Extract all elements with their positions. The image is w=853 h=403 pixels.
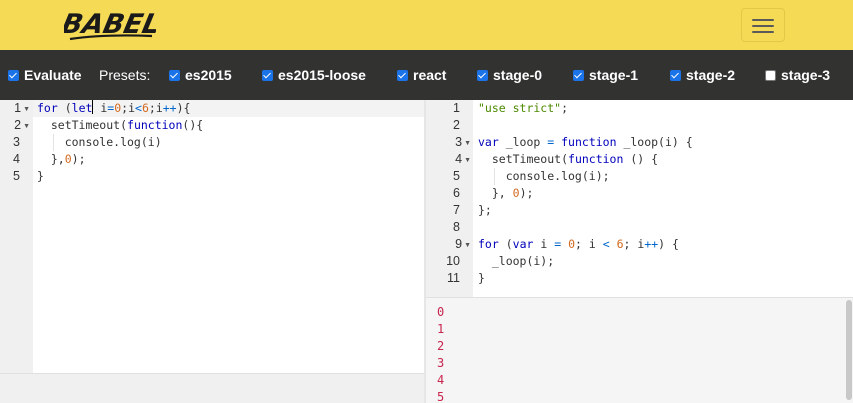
preset-stage-1-checkbox[interactable] [573, 69, 584, 81]
evaluate-checkbox[interactable] [8, 69, 19, 81]
console-line: 5 [437, 390, 445, 403]
presets-label: Presets: [99, 67, 151, 83]
code-line[interactable]: },0); [37, 151, 86, 168]
options-toolbar: Evaluate Presets: es2015 es2015-loose re… [0, 50, 853, 100]
preset-es2015-loose[interactable]: es2015-loose [262, 50, 366, 100]
fold-arrow-icon[interactable]: ▼ [23, 106, 30, 113]
hamburger-icon [752, 19, 774, 21]
line-number: 6 [453, 186, 460, 200]
preset-stage-3[interactable]: stage-3 [765, 50, 830, 100]
hamburger-icon [752, 25, 774, 27]
preset-stage-2-checkbox[interactable] [670, 69, 681, 81]
preset-stage-0-checkbox[interactable] [477, 69, 488, 81]
console-line: 3 [437, 356, 445, 370]
code-line[interactable]: }; [478, 202, 492, 219]
console-line: 0 [437, 305, 445, 319]
console-line: 4 [437, 373, 445, 387]
line-number: 8 [453, 220, 460, 234]
line-number: 4 [13, 152, 20, 166]
preset-label: react [413, 67, 447, 83]
code-line[interactable]: for (let i=0;i<6;i++){ [37, 100, 190, 117]
line-number: 4 ▼ [455, 152, 471, 166]
input-editor[interactable]: 1 ▼ 2 ▼ 3 4 5 for (let i=0;i<6;i++){ setTi… [0, 100, 424, 403]
preset-stage-1[interactable]: stage-1 [573, 50, 638, 100]
preset-react[interactable]: react [397, 50, 446, 100]
line-number: 5 [13, 169, 20, 183]
line-number: 2 ▼ [14, 118, 30, 132]
line-number: 3 [13, 135, 20, 149]
code-line[interactable]: } [37, 168, 44, 185]
preset-es2015-loose-checkbox[interactable] [262, 69, 273, 81]
preset-stage-0[interactable]: stage-0 [477, 50, 542, 100]
code-line[interactable]: setTimeout(function () { [478, 151, 658, 168]
preset-es2015[interactable]: es2015 [169, 50, 232, 100]
fold-arrow-icon[interactable]: ▼ [464, 140, 471, 147]
text-cursor [92, 100, 94, 114]
hamburger-icon [752, 31, 774, 33]
code-line[interactable]: console.log(i) [37, 134, 162, 151]
fold-arrow-icon[interactable]: ▼ [464, 157, 471, 164]
line-number: 5 [453, 169, 460, 183]
code-line[interactable]: } [478, 270, 485, 287]
fold-arrow-icon[interactable]: ▼ [23, 123, 30, 130]
fold-arrow-icon[interactable]: ▼ [464, 242, 471, 249]
preset-label: stage-0 [493, 67, 543, 83]
code-line[interactable]: for (var i = 0; i < 6; i++) { [478, 236, 679, 253]
preset-react-checkbox[interactable] [397, 69, 408, 81]
line-number: 11 [447, 271, 460, 285]
preset-stage-3-checkbox[interactable] [765, 69, 776, 81]
indent-guide [494, 168, 495, 185]
line-number: 1 ▼ [14, 101, 30, 115]
header-bar: BABEL [0, 0, 853, 50]
console-line: 1 [437, 322, 445, 336]
line-number: 2 [453, 118, 460, 132]
menu-toggle-button[interactable] [741, 8, 785, 42]
preset-label: stage-2 [686, 67, 736, 83]
line-number: 9 ▼ [455, 237, 471, 251]
line-number: 3 ▼ [455, 135, 471, 149]
preset-label: es2015 [185, 67, 232, 83]
preset-label: es2015-loose [278, 67, 366, 83]
evaluate-label: Evaluate [24, 67, 82, 83]
console-scrollbar[interactable] [846, 300, 852, 400]
preset-label: stage-1 [589, 67, 639, 83]
input-footer [0, 373, 424, 403]
babel-logo-icon: BABEL [59, 9, 163, 41]
line-number: 7 [453, 203, 460, 217]
code-line[interactable]: console.log(i); [478, 168, 610, 185]
console-line: 2 [437, 339, 445, 353]
babel-logo[interactable]: BABEL [59, 6, 163, 44]
preset-label: stage-3 [781, 67, 831, 83]
code-line[interactable]: }, 0); [478, 185, 534, 202]
preset-es2015-checkbox[interactable] [169, 69, 180, 81]
code-line[interactable]: setTimeout(function(){ [37, 117, 203, 134]
line-number: 1 [453, 101, 460, 115]
preset-stage-2[interactable]: stage-2 [670, 50, 735, 100]
code-line[interactable]: _loop(i); [478, 253, 554, 270]
line-number: 10 [446, 254, 460, 268]
evaluate-option[interactable]: Evaluate [8, 50, 82, 100]
console-output: 0 1 2 3 4 5 [426, 297, 853, 403]
output-editor[interactable]: 1 "use strict"; 2 3 ▼ var _loop = function _l… [426, 100, 853, 297]
code-line[interactable]: "use strict"; [478, 100, 568, 117]
code-line[interactable]: var _loop = function _loop(i) { [478, 134, 693, 151]
